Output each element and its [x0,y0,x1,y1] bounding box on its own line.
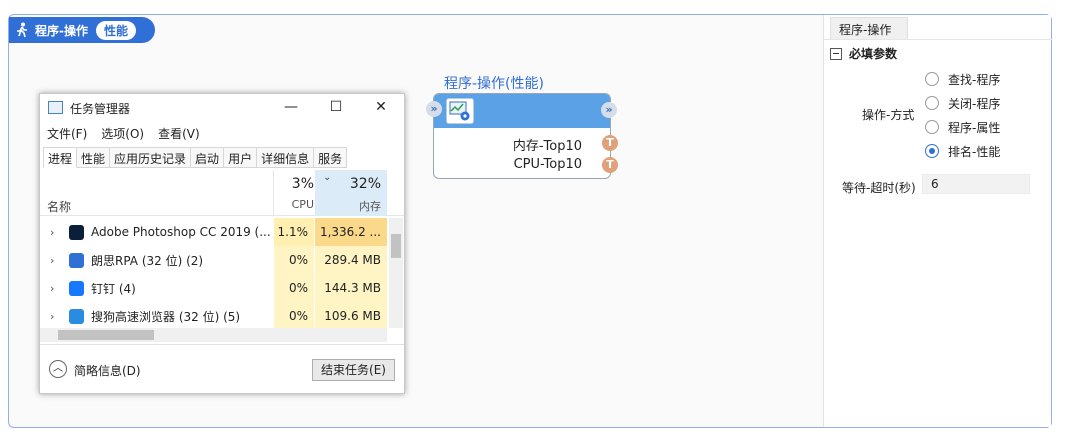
output-port[interactable]: » [601,102,617,118]
process-memory: 109.6 MB [315,302,387,330]
cpu-total: 3% [291,176,314,192]
process-name: Adobe Photoshop CC 2019 (... [91,225,271,239]
expand-chevron-icon[interactable]: › [50,282,54,295]
minimize-button[interactable]: — [276,97,306,117]
brief-info-link[interactable]: 简略信息(D) [74,362,141,379]
maximize-button[interactable]: ☐ [321,97,351,117]
output-cpu-top10: CPU-Top10 [513,157,582,172]
horizontal-scrollbar[interactable] [40,328,387,342]
task-manager-title: 任务管理器 [70,102,131,116]
radio-option-label: 查找-程序 [948,72,1001,87]
process-row[interactable]: › 钉钉 (4) 0% 144.3 MB [40,274,387,302]
column-header: 名称 3% CPU ⌄ 32% 内存 [40,170,404,216]
process-memory: 1,336.2 ... [315,218,387,246]
process-cpu: 0% [274,246,314,274]
input-port[interactable]: » [426,101,442,117]
node-title: 程序-操作(性能) [444,76,544,92]
expand-chevron-icon[interactable]: › [50,226,54,239]
process-name: 朗思RPA (32 位) (2) [91,253,204,268]
task-manager-window: 任务管理器 — ☐ ✕ 文件(F) 选项(O) 查看(V) 进程 性能 应用历史… [39,93,405,394]
sogou-browser-icon [69,308,84,324]
memory-top10-port[interactable]: T [602,135,618,151]
run-icon [17,22,27,38]
radio-button[interactable] [925,144,939,158]
output-memory-top10: 内存-Top10 [512,139,582,154]
radio-option[interactable]: 查找-程序 [925,67,1000,91]
radio-option[interactable]: 关闭-程序 [925,91,1000,115]
column-cpu[interactable]: CPU [274,198,314,211]
task-manager-footer: ︿ 简略信息(D) 结束任务(E) [40,344,404,393]
column-name[interactable]: 名称 [47,198,71,215]
collapse-minus-icon[interactable] [830,47,842,60]
radio-button[interactable] [925,120,939,134]
radio-button[interactable] [925,72,939,86]
timeout-input[interactable]: 6 [922,174,1030,194]
sort-chevron-icon: ⌄ [323,172,332,183]
process-memory: 144.3 MB [315,274,387,302]
operation-mode-options: 查找-程序关闭-程序程序-属性排名-性能 [925,67,1000,163]
process-cpu: 0% [274,274,314,302]
tab-services[interactable]: 服务 [314,147,348,168]
workflow-node[interactable]: 内存-Top10 CPU-Top10 [433,93,611,179]
header-badge: 性能 [95,20,136,40]
operation-mode-label: 操作-方式 [862,108,915,122]
dingtalk-icon [69,280,84,296]
radio-option-label: 程序-属性 [948,120,1001,135]
process-row[interactable]: › 朗思RPA (32 位) (2) 0% 289.4 MB [40,246,387,274]
tab-performance[interactable]: 性能 [77,147,111,168]
tab-processes[interactable]: 进程 [43,147,78,168]
rpa-icon [69,252,84,268]
expand-chevron-icon[interactable]: › [50,254,54,267]
properties-panel: 程序-操作 必填参数 操作-方式 查找-程序关闭-程序程序-属性排名-性能 等待… [823,15,1052,427]
memory-total: 32% [349,176,381,192]
menu-options[interactable]: 选项(O) [101,125,144,142]
menu-bar: 文件(F) 选项(O) 查看(V) [47,125,200,142]
expand-chevron-icon[interactable]: › [50,310,54,323]
performance-chart-icon [446,98,474,124]
task-manager-icon [48,101,63,114]
timeout-label: 等待-超时(秒) [842,181,916,195]
vertical-scrollbar[interactable] [389,218,403,328]
radio-option-label: 排名-性能 [948,144,1001,159]
required-params-section[interactable]: 必填参数 [830,45,897,62]
header-title: 程序-操作 [35,23,88,38]
radio-option[interactable]: 排名-性能 [925,139,1000,163]
cpu-top10-port[interactable]: T [602,157,618,173]
tab-startup[interactable]: 启动 [191,147,225,168]
photoshop-icon [69,224,84,240]
node-header [434,94,610,128]
close-button[interactable]: ✕ [366,97,396,117]
tab-users[interactable]: 用户 [224,147,258,168]
process-cpu: 0% [274,302,314,330]
process-row[interactable]: › 搜狗高速浏览器 (32 位) (5) 0% 109.6 MB [40,302,387,330]
collapse-up-icon[interactable]: ︿ [49,360,67,378]
section-title: 必填参数 [849,47,898,61]
column-memory-label: 内存 [359,200,381,213]
radio-option[interactable]: 程序-属性 [925,115,1000,139]
tab-app-history[interactable]: 应用历史记录 [110,147,192,168]
menu-view[interactable]: 查看(V) [158,125,200,142]
menu-file[interactable]: 文件(F) [47,125,87,142]
tab-header[interactable]: 程序-操作 性能 [9,17,155,43]
radio-button[interactable] [925,96,939,110]
end-task-button[interactable]: 结束任务(E) [312,359,395,381]
process-list: › Adobe Photoshop CC 2019 (... 1.1% 1,336.2… [40,218,387,330]
process-cpu: 1.1% [274,218,314,246]
process-row[interactable]: › Adobe Photoshop CC 2019 (... 1.1% 1,336.2… [40,218,387,246]
column-memory[interactable]: ⌄ 32% 内存 [315,170,387,216]
tab-details[interactable]: 详细信息 [257,147,315,168]
task-manager-tabs: 进程 性能 应用历史记录 启动 用户 详细信息 服务 [43,147,348,168]
radio-option-label: 关闭-程序 [948,96,1001,111]
properties-tab[interactable]: 程序-操作 [830,17,908,39]
process-name: 钉钉 (4) [91,281,136,296]
process-name: 搜狗高速浏览器 (32 位) (5) [91,309,241,324]
process-memory: 289.4 MB [315,246,387,274]
